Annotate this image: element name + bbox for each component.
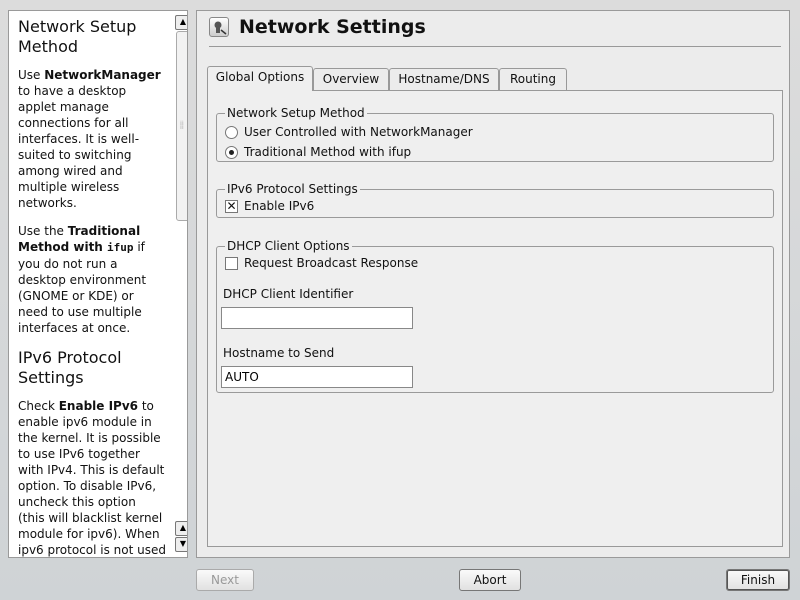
next-button[interactable]: Next (196, 569, 254, 591)
radio-button[interactable] (225, 125, 238, 139)
dhcp-client-identifier-input[interactable] (221, 307, 413, 329)
help-paragraph-ipv6: Check Enable IPv6 to enable ipv6 module … (18, 399, 166, 557)
help-paragraph-networkmanager: Use NetworkManager to have a desktop app… (18, 68, 161, 210)
tab-panel-global-options: Network Setup Method User Controlled wit… (207, 90, 783, 547)
checkbox-enable-ipv6[interactable]: ✕ Enable IPv6 (225, 198, 314, 214)
help-scrollbar[interactable]: ▲ ⁞⁞ ⁞⁞ ▲ ▼ (175, 15, 187, 555)
dhcp-client-identifier-label: DHCP Client Identifier (223, 287, 354, 301)
radio-traditional-ifup[interactable]: Traditional Method with ifup (225, 144, 411, 160)
group-title: Network Setup Method (225, 105, 367, 121)
tab-global-options[interactable]: Global Options (207, 66, 313, 91)
network-settings-icon (209, 17, 229, 37)
checkmark-icon[interactable]: ✕ (225, 199, 238, 213)
checkbox-label: Request Broadcast Response (244, 256, 419, 270)
radio-networkmanager[interactable]: User Controlled with NetworkManager (225, 124, 473, 140)
title-divider (209, 46, 781, 47)
main-pane: Network Settings Global Options Overview… (196, 10, 790, 558)
page-title: Network Settings (239, 16, 426, 38)
radio-label: User Controlled with NetworkManager (244, 125, 473, 139)
scrollbar-thumb[interactable]: ⁞⁞ ⁞⁞ (176, 31, 187, 221)
tab-hostname-dns[interactable]: Hostname/DNS (389, 68, 499, 90)
tab-overview[interactable]: Overview (313, 68, 389, 90)
network-setup-method-group: Network Setup Method User Controlled wit… (216, 105, 774, 162)
dhcp-client-options-group: DHCP Client Options Request Broadcast Re… (216, 238, 774, 393)
help-paragraph-traditional: Use the Traditional Method with ifup if … (18, 224, 147, 335)
group-title: DHCP Client Options (225, 238, 352, 254)
tab-routing[interactable]: Routing (499, 68, 567, 90)
scroll-up-arrow-icon[interactable]: ▲ (175, 15, 187, 30)
finish-button[interactable]: Finish (726, 569, 790, 591)
checkbox-label: Enable IPv6 (244, 199, 315, 213)
scroll-down-arrow-icon[interactable]: ▼ (175, 537, 187, 552)
scroll-up-arrow-icon[interactable]: ▲ (175, 521, 187, 536)
help-heading-ipv6: IPv6 Protocol Settings (18, 348, 122, 387)
ipv6-protocol-group: IPv6 Protocol Settings ✕ Enable IPv6 (216, 181, 774, 218)
radio-button[interactable] (225, 145, 238, 159)
help-pane: Network Setup Method Use NetworkManager … (8, 10, 188, 558)
group-title: IPv6 Protocol Settings (225, 181, 360, 197)
checkbox-request-broadcast[interactable]: Request Broadcast Response (225, 255, 418, 271)
help-text: Network Setup Method Use NetworkManager … (18, 17, 166, 557)
hostname-to-send-input[interactable] (221, 366, 413, 388)
grip-icon: ⁞⁞ ⁞⁞ (180, 120, 184, 131)
hostname-to-send-label: Hostname to Send (223, 346, 335, 360)
abort-button[interactable]: Abort (459, 569, 521, 591)
checkbox[interactable] (225, 256, 238, 270)
radio-label: Traditional Method with ifup (244, 145, 412, 159)
help-heading-network-setup: Network Setup Method (18, 17, 137, 56)
